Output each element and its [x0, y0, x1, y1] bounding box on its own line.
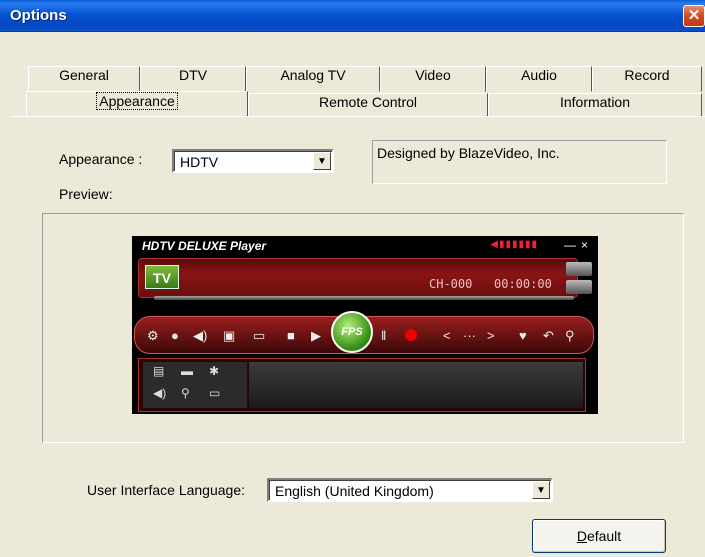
panel-display	[249, 362, 583, 408]
designer-info-box: Designed by BlazeVideo, Inc.	[372, 140, 667, 184]
tab-audio[interactable]: Audio	[486, 66, 592, 92]
tab-video[interactable]: Video	[380, 66, 486, 92]
appearance-label: Appearance :	[59, 151, 143, 167]
language-select[interactable]: English (United Kingdom) ▼	[267, 478, 553, 502]
dropdown-icon	[566, 280, 592, 294]
window-title: Options	[10, 7, 67, 24]
tab-record[interactable]: Record	[592, 66, 702, 92]
back-icon: ↶	[543, 328, 554, 343]
player-preview: HDTV DELUXE Player ◀▮▮▮▮▮▮ — × TV CH-000…	[132, 236, 598, 414]
designer-text: Designed by BlazeVideo, Inc.	[377, 145, 560, 161]
tv-logo-icon: TV	[145, 265, 179, 289]
subtitle-icon: ▤	[153, 364, 165, 378]
eject-icon	[566, 262, 592, 276]
record-icon	[405, 329, 417, 341]
player-display: TV CH-000 00:00:00	[138, 258, 578, 298]
tab-general[interactable]: General	[28, 66, 140, 92]
channel-readout: CH-000	[429, 277, 473, 291]
default-button[interactable]: Default	[532, 519, 666, 553]
appearance-select[interactable]: HDTV ▼	[172, 149, 334, 173]
tab-dtv[interactable]: DTV	[140, 66, 246, 92]
play-button-icon: FPS	[331, 311, 373, 353]
snapshot-icon: ▣	[223, 328, 236, 343]
open-file-icon: ▭	[253, 328, 266, 343]
minimize-icon: —	[564, 238, 576, 252]
preview-label: Preview:	[59, 186, 113, 202]
prev-icon: <	[443, 328, 451, 343]
search-icon: ⚲	[181, 386, 190, 400]
player-panel: ▤ ▬ ✱ ◀) ⚲ ▭	[138, 358, 586, 412]
player-close-icon: ×	[580, 238, 588, 252]
player-title: HDTV DELUXE Player	[142, 239, 267, 253]
ellipsis-icon: ···	[463, 328, 476, 343]
pause-icon: ‖	[381, 328, 387, 343]
monitor-icon: ▭	[209, 386, 221, 400]
seek-bar	[154, 296, 574, 300]
panel-icons: ▤ ▬ ✱ ◀) ⚲ ▭	[143, 362, 247, 408]
stop-icon: ■	[287, 328, 295, 343]
speaker-icon: ◀)	[153, 386, 167, 400]
title-bar: Options ✕	[0, 0, 705, 32]
volume-meter-icon: ◀▮▮▮▮▮▮	[490, 239, 538, 250]
close-button[interactable]: ✕	[683, 5, 705, 27]
hdtv-icon: ▬	[181, 364, 193, 378]
signal-icon: ✱	[209, 364, 220, 378]
tab-appearance[interactable]: Appearance	[26, 91, 248, 117]
tab-remote-control[interactable]: Remote Control	[248, 93, 488, 117]
player-controls: ⚙ ● ◀) ▣ ▭ ■ ▶ FPS ‖ < ··· > ♥ ↶ ⚲	[134, 311, 594, 354]
tab-analog-tv[interactable]: Analog TV	[246, 66, 380, 92]
tab-divider	[10, 116, 705, 117]
next-icon: >	[487, 328, 495, 343]
chevron-down-icon[interactable]: ▼	[532, 481, 550, 499]
time-readout: 00:00:00	[494, 277, 552, 291]
close-icon: ✕	[687, 7, 701, 24]
appearance-value: HDTV	[180, 154, 219, 170]
language-value: English (United Kingdom)	[275, 483, 434, 499]
audio-icon: ◀)	[193, 328, 208, 343]
favorite-icon: ♥	[519, 328, 527, 343]
play-icon: ▶	[311, 328, 321, 343]
tab-information[interactable]: Information	[488, 93, 702, 117]
options-icon: ⚲	[565, 328, 575, 343]
chat-icon: ●	[171, 328, 179, 343]
language-label: User Interface Language:	[87, 482, 245, 498]
settings-icon: ⚙	[147, 328, 159, 343]
chevron-down-icon[interactable]: ▼	[313, 152, 331, 170]
